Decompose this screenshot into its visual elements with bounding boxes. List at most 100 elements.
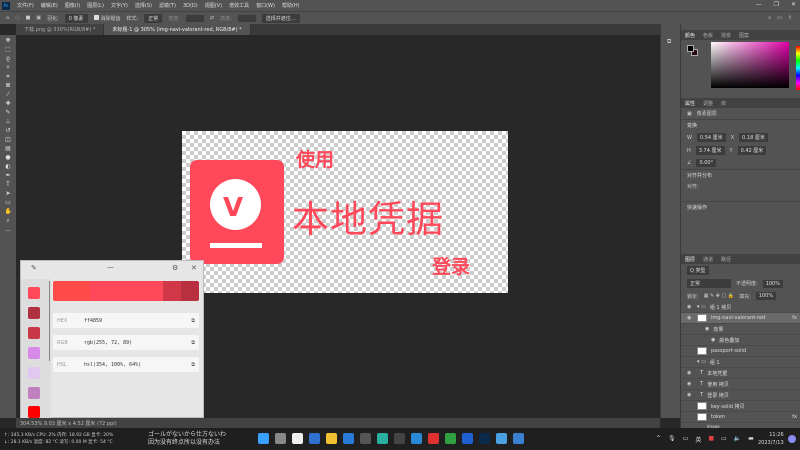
terminal-icon[interactable] bbox=[394, 433, 405, 444]
layer-item[interactable]: passport-solid bbox=[681, 346, 800, 357]
crop-tool-icon[interactable]: ⌗ bbox=[5, 74, 12, 80]
edge-icon[interactable] bbox=[377, 433, 388, 444]
marquee-icon[interactable]: ◌ bbox=[15, 15, 19, 21]
shape-tool-icon[interactable]: ▭ bbox=[5, 200, 12, 206]
menu-filter[interactable]: 滤镜(T) bbox=[159, 2, 176, 9]
tab-properties[interactable]: 属性 bbox=[685, 100, 695, 107]
tab-color[interactable]: 颜色 bbox=[685, 32, 695, 39]
menu-image[interactable]: 图像(I) bbox=[65, 2, 80, 9]
lock-icons[interactable]: ▦ ✎ ✥ ▢ 🔒 bbox=[704, 293, 734, 299]
hsl-value[interactable]: hsl(354, 100%, 64%) bbox=[84, 362, 191, 368]
close-icon[interactable]: ✕ bbox=[191, 264, 197, 272]
menu-file[interactable]: 文件(F) bbox=[17, 2, 34, 9]
vscode-icon[interactable] bbox=[343, 433, 354, 444]
notification-icon[interactable] bbox=[788, 435, 796, 443]
github-icon[interactable] bbox=[360, 433, 371, 444]
fx-badge[interactable]: fx bbox=[792, 414, 797, 420]
photoshop-taskbar-icon[interactable] bbox=[479, 433, 490, 444]
pen-app-icon[interactable] bbox=[513, 433, 524, 444]
width-input[interactable] bbox=[185, 14, 204, 22]
chrome-icon[interactable] bbox=[445, 433, 456, 444]
menu-select[interactable]: 选择(S) bbox=[135, 2, 152, 9]
lasso-tool-icon[interactable]: ϱ bbox=[5, 56, 12, 62]
path-select-icon[interactable]: ➤ bbox=[5, 191, 12, 197]
healing-brush-icon[interactable]: ✚ bbox=[5, 101, 12, 107]
history-swatch[interactable] bbox=[28, 307, 40, 319]
fill-field[interactable]: 100% bbox=[755, 292, 777, 300]
pen-tool-icon[interactable]: ✒ bbox=[5, 173, 12, 179]
eye-icon[interactable]: ◉ bbox=[687, 304, 693, 310]
history-swatch[interactable] bbox=[28, 387, 40, 399]
eye-icon[interactable]: ◉ bbox=[687, 381, 693, 387]
history-swatch[interactable] bbox=[28, 367, 40, 379]
magic-wand-icon[interactable]: ✧ bbox=[5, 65, 12, 71]
y-field[interactable]: 0.42 厘米 bbox=[737, 146, 767, 155]
preview-segment[interactable] bbox=[53, 281, 90, 301]
eraser-icon[interactable]: ◫ bbox=[5, 137, 12, 143]
tab-channels[interactable]: 通道 bbox=[703, 256, 713, 263]
preview-segment[interactable] bbox=[126, 281, 163, 301]
antialias-checkbox[interactable]: 消除锯齿 bbox=[93, 14, 121, 22]
menu-3d[interactable]: 3D(D) bbox=[183, 3, 198, 9]
history-scrollbar[interactable] bbox=[49, 281, 50, 361]
microphone-icon[interactable]: 🎙 bbox=[668, 435, 676, 444]
menu-help[interactable]: 帮助(H) bbox=[282, 2, 300, 9]
height-field[interactable]: 3.74 厘米 bbox=[695, 146, 725, 155]
tab-gradients[interactable]: 渐变 bbox=[721, 32, 731, 39]
blend-mode-select[interactable]: 正常 bbox=[687, 279, 731, 288]
tablet-icon[interactable] bbox=[496, 433, 507, 444]
preview-segment[interactable] bbox=[89, 281, 126, 301]
start-icon[interactable] bbox=[258, 433, 269, 444]
add-selection-icon[interactable]: ▣ bbox=[36, 15, 41, 21]
chevron-up-icon[interactable]: ^ bbox=[656, 435, 661, 444]
tab-layers[interactable]: 图层 bbox=[685, 256, 695, 263]
layer-item[interactable]: ◉ img-navi-valorant-red fx bbox=[681, 313, 800, 324]
select-mask-button[interactable]: 选择并遮住... bbox=[261, 13, 300, 23]
settings-gear-icon[interactable]: ⚙ bbox=[172, 264, 178, 272]
frame-tool-icon[interactable]: ⊠ bbox=[5, 83, 12, 89]
task-view-icon[interactable] bbox=[275, 433, 286, 444]
tab-swatches[interactable]: 色板 bbox=[703, 32, 713, 39]
more-tools-icon[interactable]: … bbox=[5, 227, 12, 233]
width-field[interactable]: 0.54 厘米 bbox=[696, 133, 726, 142]
layer-item[interactable]: ◉ T 本地凭据 bbox=[681, 368, 800, 379]
workspace-icon[interactable]: ▭ bbox=[777, 15, 782, 21]
transform-section[interactable]: 变换 bbox=[681, 119, 800, 131]
tab-untitled-1[interactable]: 未标题-1 @ 305% (img-navi-valorant-red, RGB… bbox=[104, 24, 251, 35]
history-swatch[interactable] bbox=[28, 347, 40, 359]
feather-input[interactable]: 0 像素 bbox=[64, 13, 88, 23]
rgb-value[interactable]: rgb(255, 72, 89) bbox=[84, 340, 191, 346]
history-swatch[interactable] bbox=[28, 406, 40, 418]
mail-icon[interactable] bbox=[411, 433, 422, 444]
tab-libraries[interactable]: 库 bbox=[721, 100, 726, 107]
menu-view[interactable]: 视图(V) bbox=[205, 2, 222, 9]
menu-plugins[interactable]: 增效工具 bbox=[229, 2, 249, 9]
move-tool-icon[interactable]: ✥ bbox=[5, 38, 12, 44]
layer-item[interactable]: ◉ ▾ ▭ 组 1 拷贝 bbox=[681, 302, 800, 313]
history-brush-icon[interactable]: ↺ bbox=[5, 128, 12, 134]
tab-patterns[interactable]: 图案 bbox=[739, 32, 749, 39]
menu-type[interactable]: 文字(Y) bbox=[111, 2, 128, 9]
app-icon[interactable] bbox=[292, 433, 303, 444]
new-selection-icon[interactable]: ■ bbox=[26, 15, 31, 21]
tab-download-png[interactable]: 下载.png @ 330%(RGB/8#) * bbox=[16, 24, 105, 35]
history-icon[interactable]: ⧉ bbox=[661, 24, 680, 60]
history-swatch[interactable] bbox=[28, 287, 40, 299]
drag-handle[interactable]: — bbox=[107, 263, 114, 271]
preview-segment[interactable] bbox=[180, 281, 199, 301]
style-select[interactable]: 正常 bbox=[144, 13, 163, 23]
copy-icon[interactable]: ⧉ bbox=[191, 340, 195, 346]
eye-icon[interactable]: ◉ bbox=[687, 370, 693, 376]
clock[interactable]: 11:26 2023/7/13 bbox=[758, 431, 784, 447]
marquee-tool-icon[interactable]: ⬚ bbox=[5, 47, 12, 53]
network-icon[interactable]: ▭ bbox=[721, 435, 727, 444]
foreground-color-swatch[interactable] bbox=[687, 45, 694, 52]
height-input[interactable] bbox=[237, 14, 256, 22]
layer-item[interactable]: ◉ T 使用 拷贝 bbox=[681, 379, 800, 390]
layer-item[interactable]: token fx bbox=[681, 412, 800, 423]
file-explorer-icon[interactable] bbox=[326, 433, 337, 444]
history-swatch[interactable] bbox=[28, 327, 40, 339]
share-icon[interactable]: ⇪ bbox=[788, 15, 792, 21]
minimize-icon[interactable]: — bbox=[756, 1, 762, 8]
maximize-icon[interactable]: ❐ bbox=[774, 1, 779, 8]
